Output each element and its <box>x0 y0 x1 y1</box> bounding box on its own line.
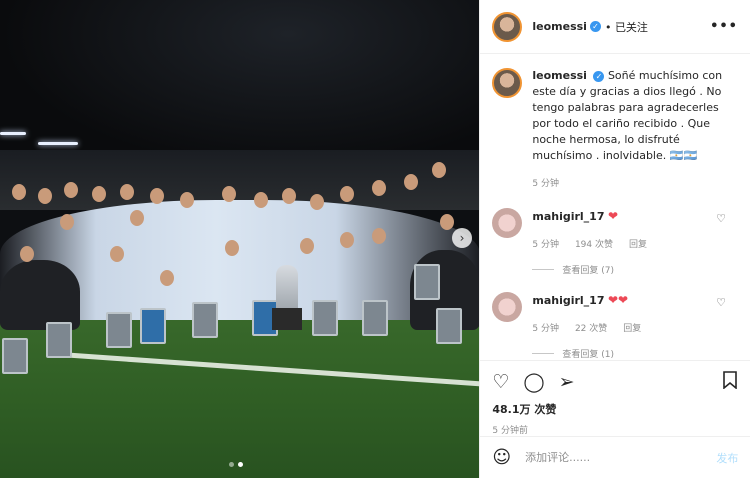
award-plaque <box>362 300 388 336</box>
post-username[interactable]: leomessi <box>532 20 587 33</box>
avatar[interactable] <box>492 292 523 322</box>
post-side-panel: leomessi ✓ • 已关注 ••• leomessi ✓ Soñé muc… <box>479 0 750 478</box>
player-head <box>300 238 314 254</box>
player-head <box>372 228 386 244</box>
comment-item: mahigirl_17 ❤❤ 5 分钟 22 次赞 回复 ♡ 查看回复 (1) <box>492 292 738 359</box>
player-head <box>64 182 78 198</box>
player-head <box>310 194 324 210</box>
player-head <box>440 214 454 230</box>
player-head <box>254 192 268 208</box>
avatar[interactable] <box>492 208 523 238</box>
player-head <box>20 246 34 262</box>
comment-likes[interactable]: 22 次赞 <box>575 321 607 337</box>
comment-username[interactable]: mahigirl_17 <box>532 210 604 223</box>
player-head <box>340 186 354 202</box>
award-plaque <box>312 300 338 336</box>
chevron-right-icon: › <box>459 231 465 245</box>
caption: leomessi ✓ Soñé muchísimo con este día y… <box>492 68 738 192</box>
player-head <box>432 162 446 178</box>
award-plaque <box>192 302 218 338</box>
caption-meta: 5 分钟 <box>532 176 738 192</box>
post-modal: › leomessi ✓ • 已关注 ••• leomessi ✓ Soñé m… <box>0 0 750 478</box>
player-head <box>150 188 164 204</box>
caption-username[interactable]: leomessi <box>532 69 587 82</box>
comments-scroll[interactable]: leomessi ✓ Soñé muchísimo con este día y… <box>480 54 750 359</box>
view-replies-label: 查看回复 (1) <box>562 350 614 359</box>
floodlight <box>38 142 78 145</box>
more-options-icon[interactable]: ••• <box>710 19 738 34</box>
player-head <box>340 232 354 248</box>
comment-icon[interactable]: ◯ <box>523 372 544 392</box>
carousel-dot <box>229 462 234 467</box>
post-actions: ♡ ◯ ➢ 48.1万 次赞 5 分钟前 <box>480 360 750 436</box>
player-head <box>222 186 236 202</box>
caption-time: 5 分钟 <box>532 179 559 189</box>
reply-divider <box>532 269 555 270</box>
player-head <box>38 188 52 204</box>
avatar[interactable] <box>492 11 523 42</box>
player-head <box>160 270 174 286</box>
likes-count[interactable]: 48.1万 次赞 <box>492 401 738 417</box>
reply-button[interactable]: 回复 <box>629 237 647 253</box>
view-replies-button[interactable]: 查看回复 (1) <box>532 347 738 359</box>
award-plaque <box>46 322 72 358</box>
player-head <box>92 186 106 202</box>
smiley-icon[interactable]: ☺ <box>492 447 511 468</box>
award-plaque <box>436 308 462 344</box>
view-replies-button[interactable]: 查看回复 (7) <box>532 263 738 276</box>
player-head <box>180 192 194 208</box>
comment-like-heart-icon[interactable]: ♡ <box>716 296 726 309</box>
comment-username[interactable]: mahigirl_17 <box>532 294 604 307</box>
post-button[interactable]: 发布 <box>716 450 738 466</box>
floodlight <box>0 132 26 135</box>
comment-item: mahigirl_17 ❤ 5 分钟 194 次赞 回复 ♡ 查看回复 (7) <box>492 208 738 276</box>
trophy-base <box>272 308 302 330</box>
carousel-next-button[interactable]: › <box>452 228 472 248</box>
view-replies-label: 查看回复 (7) <box>562 266 614 276</box>
post-photo[interactable]: › <box>0 0 480 478</box>
player-head <box>120 184 134 200</box>
player-head <box>404 174 418 190</box>
comment-meta: 5 分钟 22 次赞 回复 <box>532 321 738 337</box>
comment-like-heart-icon[interactable]: ♡ <box>716 212 726 225</box>
avatar[interactable] <box>492 68 523 98</box>
player-head <box>225 240 239 256</box>
posted-time: 5 分钟前 <box>492 426 528 436</box>
comment-time: 5 分钟 <box>532 324 559 334</box>
reply-button[interactable]: 回复 <box>623 321 641 337</box>
post-header: leomessi ✓ • 已关注 ••• <box>480 0 750 54</box>
carousel-dots <box>229 462 243 467</box>
add-comment-bar: ☺ 发布 <box>480 436 750 478</box>
player-head <box>110 246 124 262</box>
player-head <box>12 184 26 200</box>
action-icons: ♡ ◯ ➢ <box>492 367 738 397</box>
comment-time: 5 分钟 <box>532 240 559 250</box>
comment-meta: 5 分钟 194 次赞 回复 <box>532 237 738 253</box>
player-head <box>130 210 144 226</box>
award-plaque <box>106 312 132 348</box>
player-head <box>60 214 74 230</box>
comment-input[interactable] <box>523 450 717 465</box>
verified-badge-icon: ✓ <box>589 21 601 32</box>
bookmark-icon[interactable] <box>722 371 738 393</box>
paper-plane-icon[interactable]: ➢ <box>559 372 575 392</box>
follow-label: 已关注 <box>614 20 648 34</box>
award-plaque <box>414 264 440 300</box>
carousel-dot-active <box>238 462 243 467</box>
player-head <box>372 180 386 196</box>
award-plaque <box>140 308 166 344</box>
comment-likes[interactable]: 194 次赞 <box>575 237 613 253</box>
player-front <box>0 260 80 330</box>
red-heart-icon: ❤❤ <box>608 293 629 307</box>
reply-divider <box>532 353 555 354</box>
award-plaque <box>2 338 28 374</box>
verified-badge-icon: ✓ <box>593 70 605 82</box>
red-heart-icon: ❤ <box>608 209 619 223</box>
follow-status[interactable]: • 已关注 <box>605 19 648 35</box>
caption-text: Soñé muchísimo con este día y gracias a … <box>532 69 723 162</box>
player-head <box>282 188 296 204</box>
heart-icon[interactable]: ♡ <box>492 372 509 392</box>
